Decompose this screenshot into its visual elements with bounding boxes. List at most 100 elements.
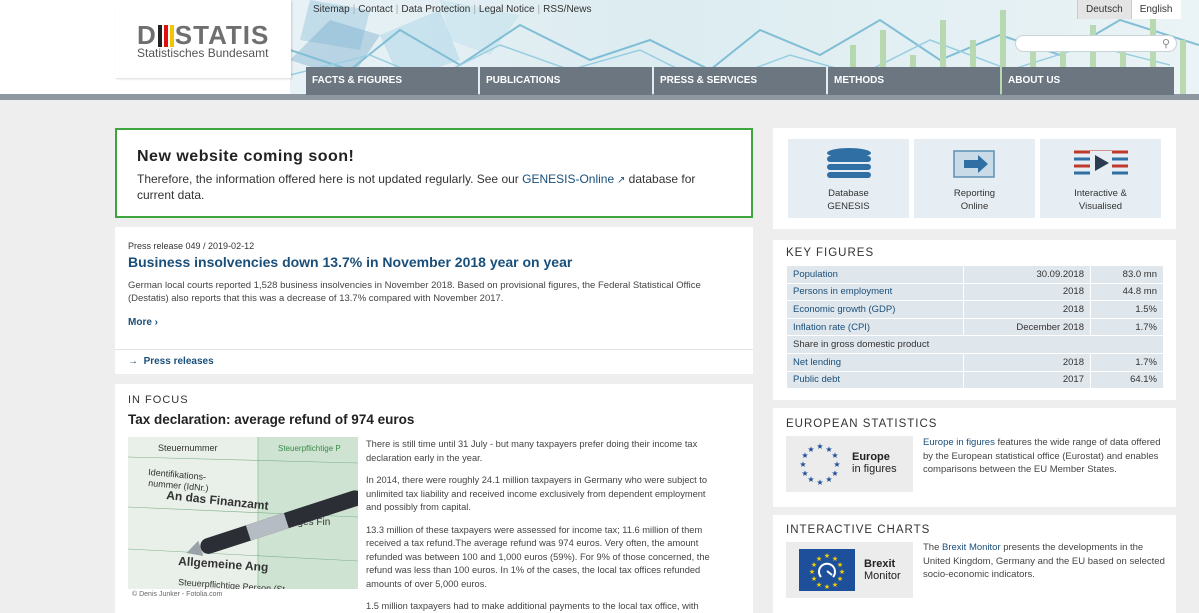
lang-deutsch[interactable]: Deutsch [1077,0,1131,19]
in-focus-card: IN FOCUS Tax declaration: average refund… [115,384,753,613]
european-statistics-card: EUROPEAN STATISTICS ★ ★ ★ ★ ★ ★ ★ ★ ★ ★ ★ ★ Europ… [773,408,1176,507]
key-figure-group-label: Share in gross domestic product [786,335,1164,354]
tile-reporting-online[interactable]: Reporting Online [914,139,1035,218]
svg-text:★: ★ [824,583,830,591]
key-figures-card: KEY FIGURES Population 30.09.2018 83.0 mn … [773,240,1176,400]
in-focus-paragraph: In 2014, there were roughly 24.1 million… [366,475,708,512]
site-header: D STATIS Statistisches Bundesamt Sitemap |… [0,0,1199,100]
europe-in-figures-link[interactable]: Europe in figures [923,437,995,448]
brexit-logo-line1: Brexit [864,558,896,570]
interactive-charts-heading: INTERACTIVE CHARTS [786,524,931,536]
nav-methods[interactable]: METHODS [828,67,1000,95]
key-figure-label[interactable]: Persons in employment [786,282,964,302]
meta-link-sitemap[interactable]: Sitemap [310,4,353,15]
arrow-right-icon: → [128,356,144,367]
key-figure-period: 2017 [963,370,1091,390]
press-releases-link[interactable]: → Press releases [128,356,214,367]
tile-interactive-visualised[interactable]: Interactive & Visualised [1040,139,1161,218]
play-chart-icon [1073,150,1128,175]
key-figure-value: 83.0 mn [1090,265,1164,284]
table-row: Share in gross domestic product [786,335,1164,354]
europe-logo-line1: Europe [852,451,890,463]
europe-in-figures-logo[interactable]: ★ ★ ★ ★ ★ ★ ★ ★ ★ ★ ★ ★ Europe in figures [786,436,913,492]
tile-label: Reporting Online [953,188,996,212]
svg-text:★: ★ [807,445,814,454]
table-row: Net lending 2018 1.7% [786,352,1164,372]
arrow-right-icon [952,150,995,178]
svg-text:★: ★ [816,555,822,563]
table-row: Public debt 2017 64.1% [786,370,1164,390]
key-figure-label[interactable]: Economic growth (GDP) [786,300,964,319]
svg-text:★: ★ [825,475,832,484]
search-icon[interactable]: ⚲ [1162,37,1170,50]
svg-text:★: ★ [811,575,817,583]
notice-text-before: Therefore, the information offered here … [137,172,523,186]
nav-about-us[interactable]: ABOUT US [1002,67,1174,95]
press-release-title[interactable]: Business insolvencies down 13.7% in Nove… [128,254,572,270]
svg-text:★: ★ [809,568,815,576]
tax-form-illustration: Steuernummer Identifikations- nummer (Id… [128,437,358,589]
logo-subtitle: Statistisches Bundesamt [137,46,269,60]
key-figure-value: 1.7% [1090,352,1164,372]
lang-english[interactable]: English [1130,0,1181,19]
meta-link-data-protection[interactable]: Data Protection [398,4,473,15]
nav-publications[interactable]: PUBLICATIONS [480,67,652,95]
in-focus-title[interactable]: Tax declaration: average refund of 974 e… [128,412,414,427]
notice-title: New website coming soon! [137,148,355,165]
form-text-steuerpflichtige: Steuerpflichtige P [278,444,341,453]
interactive-charts-text: The Brexit Monitor presents the developm… [923,541,1168,582]
external-link-icon: ↗ [614,175,626,186]
svg-text:★: ★ [833,460,840,469]
tile-database-genesis[interactable]: Database GENESIS [788,139,909,218]
more-label: More [128,317,152,328]
svg-text:★: ★ [831,451,838,460]
svg-text:★: ★ [832,581,838,589]
key-figure-label[interactable]: Net lending [786,352,964,372]
in-focus-kicker: IN FOCUS [128,394,189,406]
notice-text: Therefore, the information offered here … [137,172,731,202]
key-figure-period: 2018 [963,352,1091,372]
europe-logo-text: Europe in figures [852,451,897,475]
key-figure-value: 1.7% [1090,317,1164,337]
key-figure-label[interactable]: Inflation rate (CPI) [786,317,964,337]
genesis-online-link[interactable]: GENESIS-Online [522,172,614,186]
eu-flag-icon: ★ ★★★ ★★★★ ★★★★ [799,549,855,591]
brexit-logo-line2: Monitor [864,570,901,582]
image-credit: © Denis Junker - Fotolia.com [132,591,223,598]
divider [115,349,753,350]
svg-text:★: ★ [816,478,823,486]
key-figure-value: 44.8 mn [1090,282,1164,302]
meta-link-rss[interactable]: RSS/News [540,4,594,15]
in-focus-paragraph: 1.5 million taxpayers had to make additi… [366,601,699,611]
meta-link-contact[interactable]: Contact [355,4,395,15]
chevron-right-icon: › [151,317,159,328]
svg-text:★: ★ [799,460,806,469]
table-row: Economic growth (GDP) 2018 1.5% [786,300,1164,319]
key-figure-label[interactable]: Public debt [786,370,964,390]
in-focus-paragraph: 13.3 million of these taxpayers were ass… [366,524,710,589]
nav-press-services[interactable]: PRESS & SERVICES [654,67,826,95]
press-releases-label: Press releases [143,356,214,367]
database-icon [826,148,871,178]
key-figures-table: Population 30.09.2018 83.0 mn Persons in e… [786,265,1164,390]
press-release-card: Press release 049 / 2019-02-12 Business … [115,227,753,374]
meta-link-legal-notice[interactable]: Legal Notice [476,4,538,15]
tile-label: Database GENESIS [827,188,870,212]
brexit-monitor-logo[interactable]: ★ ★ ★ ★ ★ ★ ★ ★ ★ ★ ★ ★ Brexit Monitor [786,542,913,598]
nav-facts-figures[interactable]: FACTS & FIGURES [306,67,478,95]
table-row: Inflation rate (CPI) December 2018 1.7% [786,317,1164,337]
key-figure-label[interactable]: Population [786,265,964,284]
table-row: Population 30.09.2018 83.0 mn [786,265,1164,284]
table-row: Persons in employment 2018 44.8 mn [786,282,1164,302]
destatis-logo[interactable]: D STATIS Statistisches Bundesamt [115,0,291,78]
form-text-steuernummer: Steuernummer [158,443,218,453]
brexit-monitor-link[interactable]: Brexit Monitor [942,542,1001,553]
tax-form-image: Steuernummer Identifikations- nummer (Id… [128,437,358,589]
search-input[interactable]: ⚲ [1015,35,1177,52]
european-statistics-heading: EUROPEAN STATISTICS [786,418,938,430]
key-figure-period: December 2018 [963,317,1091,337]
press-release-text: German local courts reported 1,528 busin… [128,280,701,304]
quick-access-tiles: Database GENESIS Reporting Online Interact… [773,128,1176,229]
in-focus-body: There is still time until 31 July - but … [366,438,711,613]
more-link[interactable]: More › [128,317,158,328]
